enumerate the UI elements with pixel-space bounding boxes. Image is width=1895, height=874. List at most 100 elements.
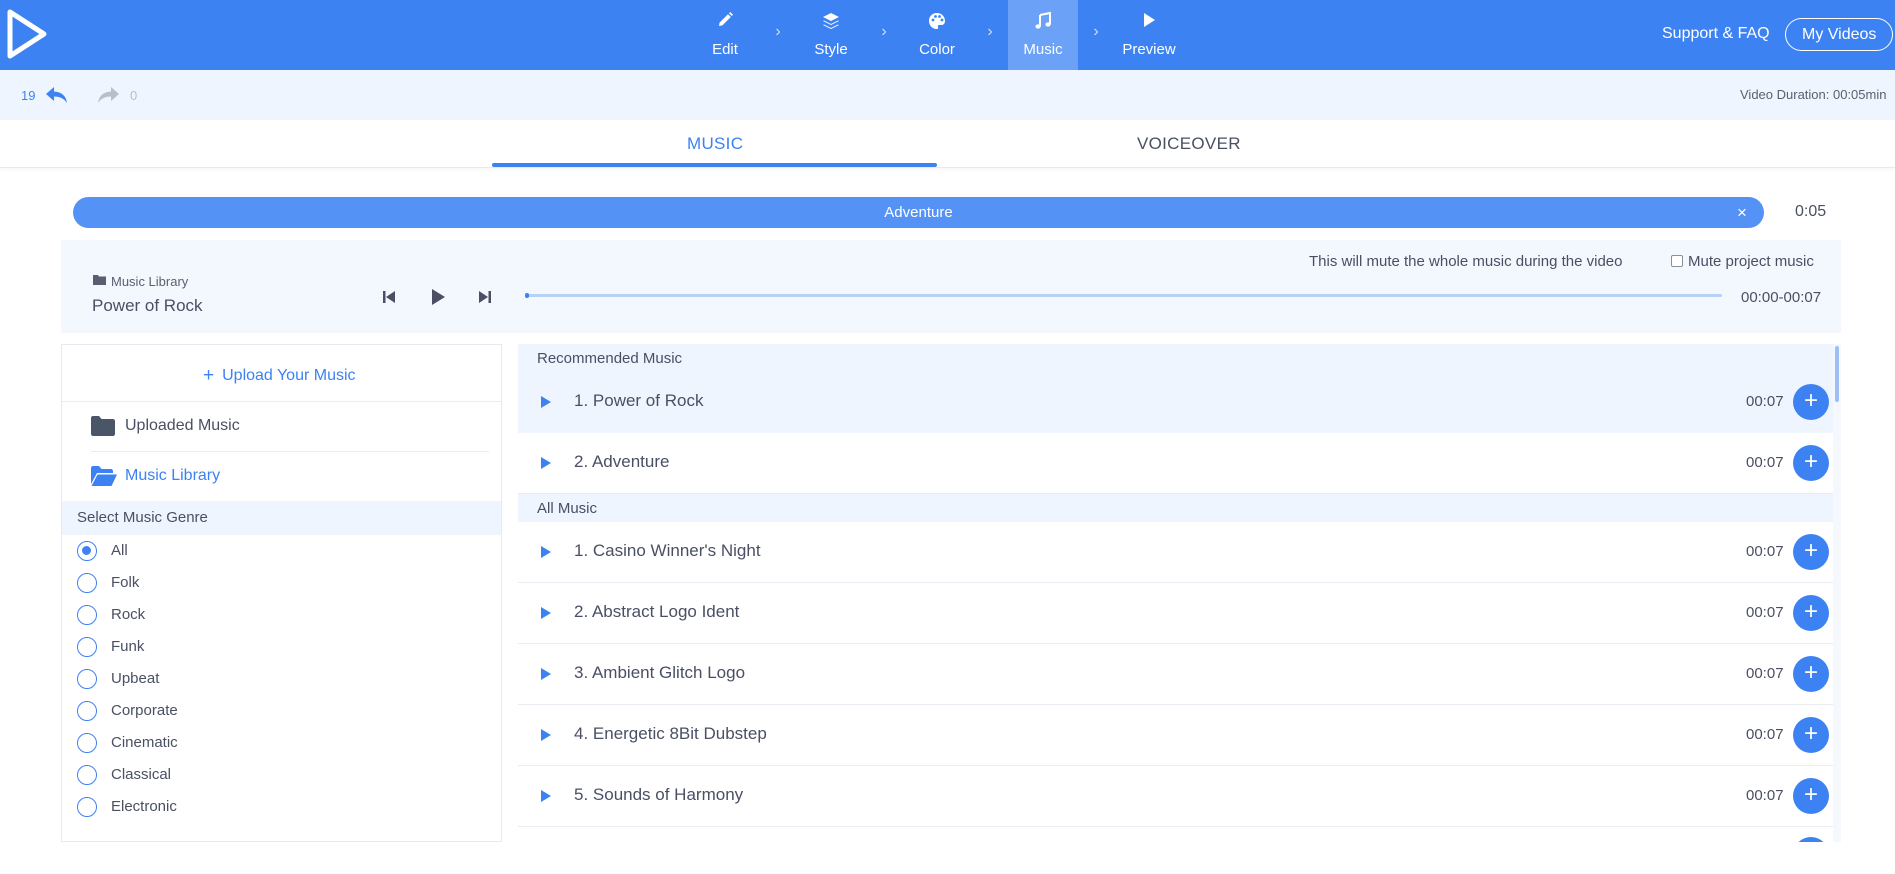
- genre-radio[interactable]: [77, 765, 97, 785]
- music-library-item[interactable]: Music Library: [125, 467, 220, 485]
- scrollbar-track[interactable]: [1833, 344, 1841, 842]
- video-duration: Video Duration: 00:05min: [1740, 87, 1887, 102]
- genre-option-rock[interactable]: Rock: [77, 605, 377, 627]
- track-duration: 00:07: [1746, 454, 1784, 471]
- skip-next-icon[interactable]: [477, 289, 493, 305]
- tab-voiceover[interactable]: VOICEOVER: [1137, 134, 1241, 154]
- genre-label: Cinematic: [111, 734, 178, 751]
- mute-note: This will mute the whole music during th…: [1309, 253, 1623, 270]
- player-source: Music Library: [111, 274, 189, 289]
- step-preview[interactable]: Preview: [1114, 0, 1184, 70]
- add-track-button[interactable]: +: [1793, 717, 1829, 753]
- undo-icon[interactable]: [44, 85, 70, 105]
- close-icon[interactable]: ×: [1737, 201, 1747, 225]
- add-track-button[interactable]: +: [1793, 595, 1829, 631]
- genre-label: All: [111, 542, 128, 559]
- add-track-button[interactable]: +: [1793, 656, 1829, 692]
- play-icon: [1144, 13, 1155, 27]
- folder-open-icon: [91, 466, 117, 486]
- track-duration: 0:05: [1795, 203, 1827, 220]
- genre-radio[interactable]: [77, 541, 97, 561]
- genre-option-cinematic[interactable]: Cinematic: [77, 733, 377, 755]
- step-label: Music: [1023, 41, 1063, 58]
- all-music-header: [518, 494, 1833, 523]
- genre-option-electronic[interactable]: Electronic: [77, 797, 377, 819]
- tab-music[interactable]: MUSIC: [687, 134, 743, 154]
- add-track-button[interactable]: +: [1793, 534, 1829, 570]
- genre-option-upbeat[interactable]: Upbeat: [77, 669, 377, 691]
- upload-music-button[interactable]: + Upload Your Music: [203, 364, 356, 386]
- play-icon[interactable]: [540, 396, 552, 408]
- genre-radio[interactable]: [77, 573, 97, 593]
- mute-project-music-label[interactable]: Mute project music: [1688, 253, 1814, 270]
- track-row[interactable]: 2. Abstract Logo Ident 00:07 +: [518, 583, 1833, 644]
- track-duration: 00:07: [1746, 543, 1784, 560]
- play-icon[interactable]: [540, 457, 552, 469]
- step-navigation: Edit › Style › Color › Music › Preview: [690, 0, 1184, 70]
- track-row[interactable]: 5. Sounds of Harmony 00:07 +: [518, 766, 1833, 827]
- genre-label: Upbeat: [111, 670, 160, 687]
- genre-radio[interactable]: [77, 605, 97, 625]
- track-duration: 00:07: [1746, 665, 1784, 682]
- play-icon[interactable]: [540, 546, 552, 558]
- genre-option-funk[interactable]: Funk: [77, 637, 377, 659]
- track-name: 4. Energetic 8Bit Dubstep: [574, 724, 767, 743]
- play-icon[interactable]: [429, 287, 447, 307]
- tab-bar: [0, 120, 1895, 168]
- genre-option-corporate[interactable]: Corporate: [77, 701, 377, 723]
- support-faq-link[interactable]: Support & FAQ: [1662, 25, 1770, 43]
- mute-project-music-checkbox[interactable]: [1671, 255, 1683, 267]
- step-edit[interactable]: Edit: [690, 0, 760, 70]
- step-color[interactable]: Color: [902, 0, 972, 70]
- genre-label: Folk: [111, 574, 140, 591]
- playback-progress-bar[interactable]: [525, 293, 1722, 298]
- step-label: Edit: [712, 41, 738, 58]
- track-name: 1. Power of Rock: [574, 391, 704, 410]
- track-name: 5. Sounds of Harmony: [574, 785, 744, 804]
- selected-track-bar[interactable]: Adventure: [73, 197, 1764, 228]
- palette-icon: [929, 13, 945, 29]
- add-track-button[interactable]: +: [1793, 445, 1829, 481]
- scrollbar-thumb[interactable]: [1835, 346, 1839, 402]
- track-row[interactable]: 1. Power of Rock 00:07 +: [518, 372, 1833, 433]
- genre-radio[interactable]: [77, 701, 97, 721]
- track-row[interactable]: 2. Adventure 00:07 +: [518, 433, 1833, 494]
- logo-icon[interactable]: [4, 8, 48, 60]
- track-row[interactable]: 4. Energetic 8Bit Dubstep 00:07 +: [518, 705, 1833, 766]
- active-tab-indicator: [492, 163, 937, 167]
- history-bar: [0, 70, 1895, 120]
- add-track-button[interactable]: +: [1793, 384, 1829, 420]
- skip-previous-icon[interactable]: [381, 289, 397, 305]
- add-track-button[interactable]: +: [1793, 778, 1829, 814]
- track-duration: 00:07: [1746, 604, 1784, 621]
- track-row[interactable]: 1. Casino Winner's Night 00:07 +: [518, 522, 1833, 583]
- track-row[interactable]: 3. Ambient Glitch Logo 00:07 +: [518, 644, 1833, 705]
- selected-track-name: Adventure: [884, 204, 953, 221]
- genre-radio[interactable]: [77, 669, 97, 689]
- chevron-right-icon: ›: [987, 23, 993, 40]
- genre-label: Classical: [111, 766, 172, 783]
- genre-option-all[interactable]: All: [77, 541, 377, 563]
- genre-option-classical[interactable]: Classical: [77, 765, 377, 787]
- play-icon[interactable]: [540, 668, 552, 680]
- step-music[interactable]: Music: [1008, 0, 1078, 70]
- play-icon[interactable]: [540, 790, 552, 802]
- playback-progress-handle[interactable]: [525, 293, 529, 298]
- chevron-right-icon: ›: [881, 23, 887, 40]
- playback-time-range: 00:00-00:07: [1741, 289, 1822, 306]
- genre-radio[interactable]: [77, 637, 97, 657]
- divider: [62, 401, 501, 402]
- genre-option-folk[interactable]: Folk: [77, 573, 377, 595]
- uploaded-music-item[interactable]: Uploaded Music: [125, 417, 240, 435]
- step-label: Style: [814, 41, 848, 58]
- folder-icon: [91, 416, 115, 436]
- step-label: Preview: [1122, 41, 1176, 58]
- play-icon[interactable]: [540, 607, 552, 619]
- my-videos-button[interactable]: My Videos: [1785, 18, 1894, 51]
- step-style[interactable]: Style: [796, 0, 866, 70]
- track-name: 2. Adventure: [574, 452, 670, 471]
- genre-radio[interactable]: [77, 733, 97, 753]
- play-icon[interactable]: [540, 729, 552, 741]
- redo-icon[interactable]: [95, 85, 121, 105]
- genre-radio[interactable]: [77, 797, 97, 817]
